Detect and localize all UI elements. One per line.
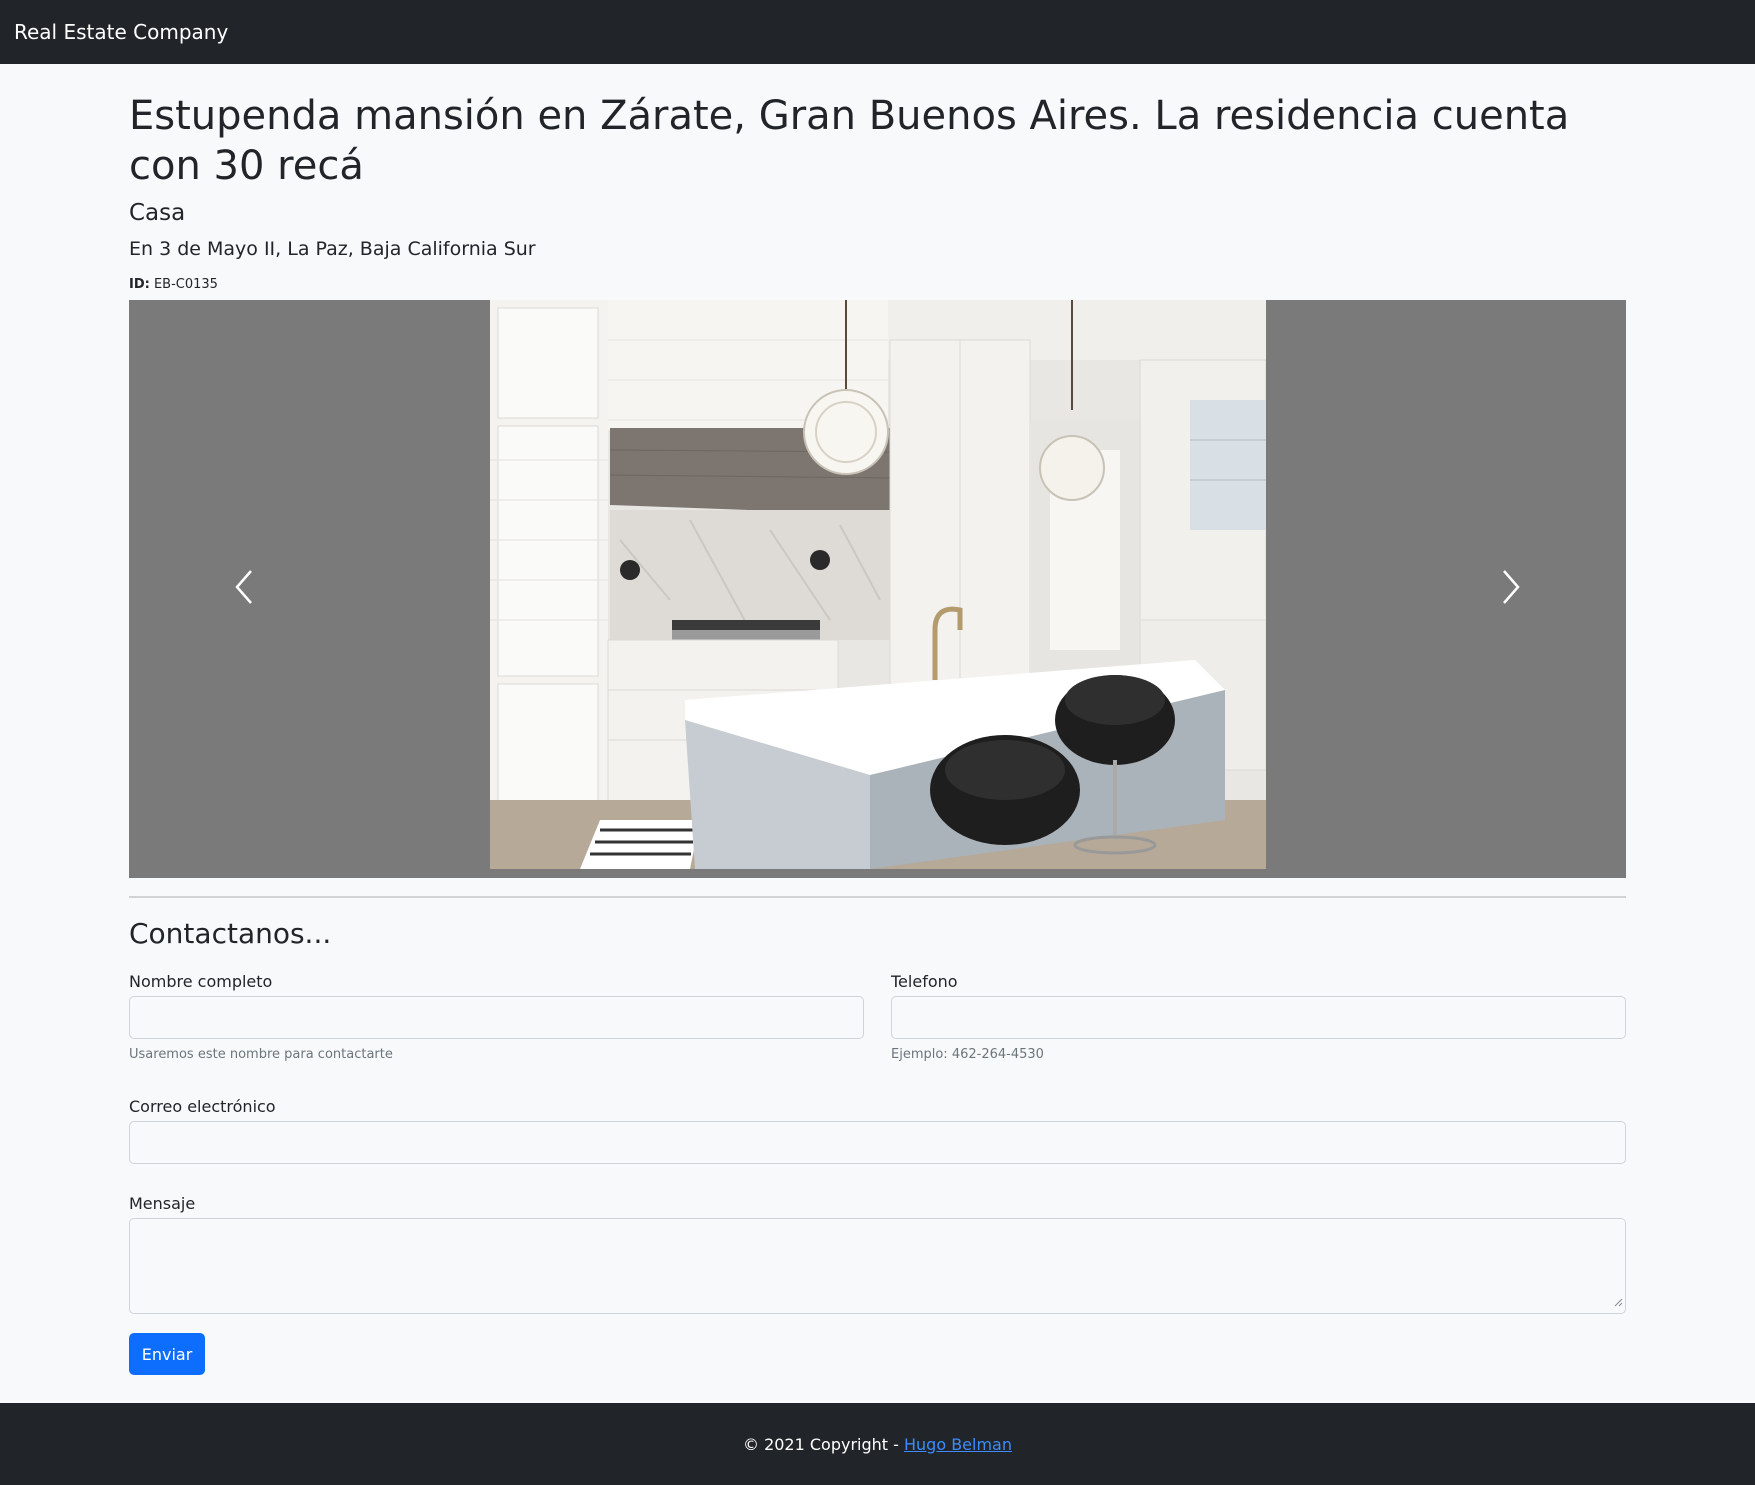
property-type: Casa <box>129 200 186 226</box>
brand-link[interactable]: Real Estate Company <box>14 20 228 44</box>
name-label: Nombre completo <box>129 972 273 991</box>
copyright-text: © 2021 Copyright - <box>742 1434 904 1454</box>
carousel-prev-button[interactable] <box>169 300 319 878</box>
property-title: Estupenda mansión en Zárate, Gran Buenos… <box>129 93 1570 189</box>
phone-input[interactable] <box>891 996 1626 1039</box>
chevron-left-icon <box>232 568 256 610</box>
phone-help-text: Ejemplo: 462-264-4530 <box>891 1047 1044 1062</box>
chevron-right-icon <box>1499 568 1523 610</box>
resize-handle-icon[interactable] <box>1613 1292 1623 1311</box>
property-id-value: EB-C0135 <box>153 277 218 292</box>
property-id: ID: EB-C0135 <box>129 277 218 293</box>
email-label: Correo electrónico <box>129 1097 276 1116</box>
page-footer: © 2021 Copyright - Hugo Belman <box>0 1403 1755 1485</box>
carousel-next-button[interactable] <box>1436 300 1586 878</box>
email-input[interactable] <box>129 1121 1626 1164</box>
author-link[interactable]: Hugo Belman <box>904 1435 1012 1454</box>
submit-button[interactable]: Enviar <box>129 1333 205 1375</box>
message-textarea[interactable] <box>129 1218 1626 1314</box>
property-location: En 3 de Mayo II, La Paz, Baja California… <box>129 238 536 260</box>
phone-label: Telefono <box>891 972 958 991</box>
message-label: Mensaje <box>129 1194 196 1213</box>
name-input[interactable] <box>129 996 864 1039</box>
property-id-label: ID: <box>129 277 150 292</box>
section-divider <box>129 896 1626 898</box>
kitchen-photo <box>490 300 1266 869</box>
top-navbar: Real Estate Company <box>0 0 1755 64</box>
contact-heading: Contactanos... <box>129 917 332 950</box>
name-help-text: Usaremos este nombre para contactarte <box>129 1047 393 1062</box>
image-carousel <box>129 300 1626 878</box>
